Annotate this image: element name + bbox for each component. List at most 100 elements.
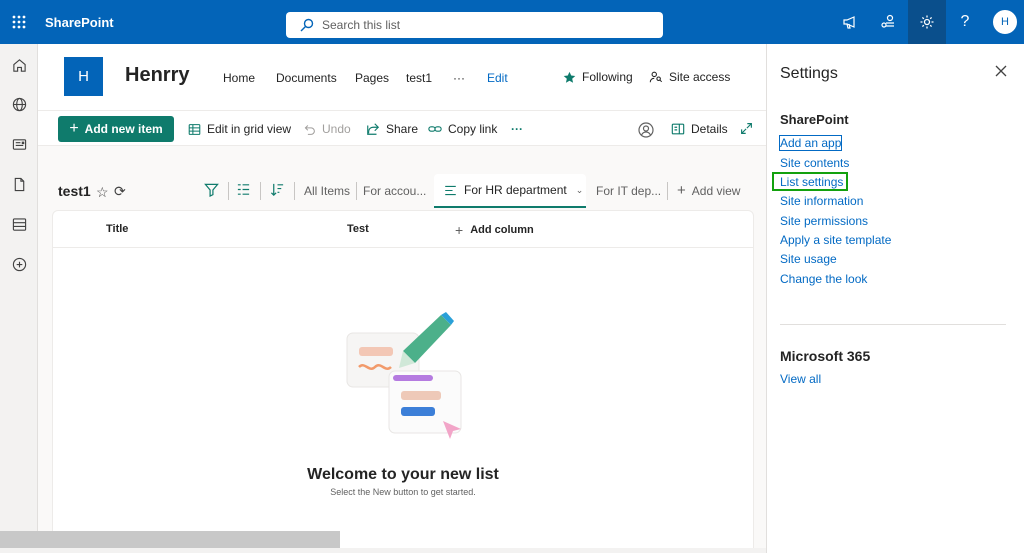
group-by-icon[interactable] bbox=[236, 182, 251, 200]
link-icon bbox=[428, 126, 442, 132]
horizontal-scrollbar[interactable] bbox=[0, 531, 340, 548]
add-column-button[interactable]: + Add column bbox=[455, 222, 534, 238]
undo-button[interactable]: Undo bbox=[303, 122, 351, 136]
view-tab-for-hr-department[interactable]: For HR department ⌄ bbox=[434, 174, 586, 208]
settings-gear-icon[interactable] bbox=[908, 0, 946, 44]
add-view-label: Add view bbox=[691, 184, 741, 198]
link-change-the-look[interactable]: Change the look bbox=[780, 272, 867, 286]
people-connect-icon[interactable] bbox=[869, 0, 907, 44]
close-icon[interactable] bbox=[994, 64, 1008, 78]
details-button[interactable]: Details bbox=[671, 122, 728, 136]
site-title[interactable]: Henrry bbox=[125, 64, 189, 87]
site-header: H Henrry Home Documents Pages test1 ··· … bbox=[38, 44, 766, 110]
megaphone-icon[interactable] bbox=[831, 0, 869, 44]
undo-icon bbox=[304, 124, 315, 135]
expand-icon[interactable] bbox=[740, 122, 753, 135]
grid-icon bbox=[188, 123, 201, 135]
more-commands-button[interactable]: ··· bbox=[511, 122, 523, 136]
filter-icon[interactable] bbox=[204, 182, 219, 200]
link-site-permissions[interactable]: Site permissions bbox=[780, 214, 868, 228]
list-title[interactable]: test1 bbox=[58, 183, 91, 199]
add-view-button[interactable]: + Add view bbox=[677, 182, 741, 199]
link-site-usage[interactable]: Site usage bbox=[780, 252, 837, 266]
undo-label: Undo bbox=[322, 122, 351, 136]
main-content: H Henrry Home Documents Pages test1 ··· … bbox=[38, 44, 766, 553]
empty-state-title: Welcome to your new list bbox=[307, 466, 499, 483]
site-logo[interactable]: H bbox=[64, 57, 103, 96]
copy-link-button[interactable]: Copy link bbox=[428, 122, 497, 136]
add-new-item-label: Add new item bbox=[84, 122, 163, 136]
following-button[interactable]: Following bbox=[563, 70, 633, 84]
nav-pages[interactable]: Pages bbox=[355, 71, 389, 85]
details-label: Details bbox=[691, 122, 728, 136]
home-icon[interactable] bbox=[9, 55, 29, 75]
add-new-item-button[interactable]: + Add new item bbox=[58, 116, 174, 142]
view-tab-label: For HR department bbox=[464, 183, 567, 197]
search-icon bbox=[300, 18, 314, 32]
site-access-label: Site access bbox=[669, 70, 731, 84]
settings-panel: Settings SharePoint Add an app Site cont… bbox=[766, 44, 1024, 553]
edit-grid-view-button[interactable]: Edit in grid view bbox=[188, 122, 291, 136]
empty-state-subtitle: Select the New button to get started. bbox=[330, 487, 476, 497]
share-label: Share bbox=[386, 122, 419, 136]
nav-more[interactable]: ··· bbox=[453, 71, 465, 85]
info-pane-icon bbox=[671, 123, 685, 135]
add-column-label: Add column bbox=[470, 224, 534, 236]
star-filled-icon bbox=[563, 71, 576, 83]
search-input[interactable]: Search this list bbox=[286, 12, 663, 38]
link-site-contents[interactable]: Site contents bbox=[780, 156, 849, 170]
link-apply-site-template[interactable]: Apply a site template bbox=[780, 233, 891, 247]
settings-panel-title: Settings bbox=[780, 65, 838, 82]
edit-grid-view-label: Edit in grid view bbox=[207, 122, 292, 136]
help-icon[interactable]: ? bbox=[946, 0, 984, 44]
header-divider bbox=[53, 247, 753, 248]
command-bar: + Add new item Edit in grid view Undo Sh… bbox=[38, 110, 766, 146]
view-tab-all-items[interactable]: All Items bbox=[304, 184, 350, 198]
nav-edit[interactable]: Edit bbox=[487, 71, 508, 85]
view-bar: test1 ☆ ⟳ All Items For accou... For HR … bbox=[38, 172, 766, 210]
column-header-test[interactable]: Test bbox=[347, 223, 369, 235]
link-site-information[interactable]: Site information bbox=[780, 194, 863, 208]
avatar: H bbox=[993, 10, 1017, 34]
user-icon[interactable] bbox=[638, 122, 654, 138]
globe-icon[interactable] bbox=[9, 94, 29, 114]
list-card: Title Test + Add column Welcome to your … bbox=[52, 210, 754, 553]
list-view-icon bbox=[445, 185, 456, 195]
nav-documents[interactable]: Documents bbox=[276, 71, 337, 85]
share-icon bbox=[367, 123, 380, 135]
app-name[interactable]: SharePoint bbox=[45, 15, 114, 30]
following-label: Following bbox=[582, 70, 633, 84]
favorite-star-icon[interactable]: ☆ bbox=[96, 184, 109, 201]
view-tab-for-it-department[interactable]: For IT dep... bbox=[596, 184, 661, 198]
people-key-icon bbox=[649, 71, 663, 83]
account-button[interactable]: H bbox=[986, 0, 1024, 44]
plus-icon: + bbox=[455, 222, 464, 238]
column-header-title[interactable]: Title bbox=[106, 223, 128, 235]
microsoft-365-section-heading: Microsoft 365 bbox=[780, 348, 871, 364]
plus-icon: + bbox=[69, 120, 79, 137]
app-launcher-icon[interactable] bbox=[0, 0, 38, 44]
copy-link-label: Copy link bbox=[448, 122, 498, 136]
site-access-button[interactable]: Site access bbox=[649, 70, 730, 84]
search-placeholder: Search this list bbox=[322, 18, 401, 32]
document-icon[interactable] bbox=[9, 174, 29, 194]
chevron-down-icon: ⌄ bbox=[575, 184, 584, 195]
share-button[interactable]: Share bbox=[366, 122, 418, 136]
section-divider bbox=[780, 324, 1006, 325]
link-view-all[interactable]: View all bbox=[780, 372, 821, 386]
left-app-rail bbox=[0, 44, 38, 553]
lists-icon[interactable] bbox=[9, 214, 29, 234]
scrollbar-track bbox=[0, 548, 766, 553]
sharepoint-section-heading: SharePoint bbox=[780, 112, 849, 127]
news-icon[interactable] bbox=[9, 134, 29, 154]
empty-list-illustration bbox=[346, 312, 462, 439]
view-tab-for-accounting[interactable]: For accou... bbox=[363, 184, 426, 198]
nav-home[interactable]: Home bbox=[223, 71, 255, 85]
create-icon[interactable] bbox=[9, 254, 29, 274]
sort-icon[interactable] bbox=[270, 182, 285, 200]
list-settings-highlight bbox=[772, 172, 848, 191]
link-add-an-app[interactable]: Add an app bbox=[778, 135, 843, 151]
plus-icon: + bbox=[677, 182, 686, 199]
sync-icon[interactable]: ⟳ bbox=[114, 183, 126, 200]
nav-test1[interactable]: test1 bbox=[406, 71, 432, 85]
